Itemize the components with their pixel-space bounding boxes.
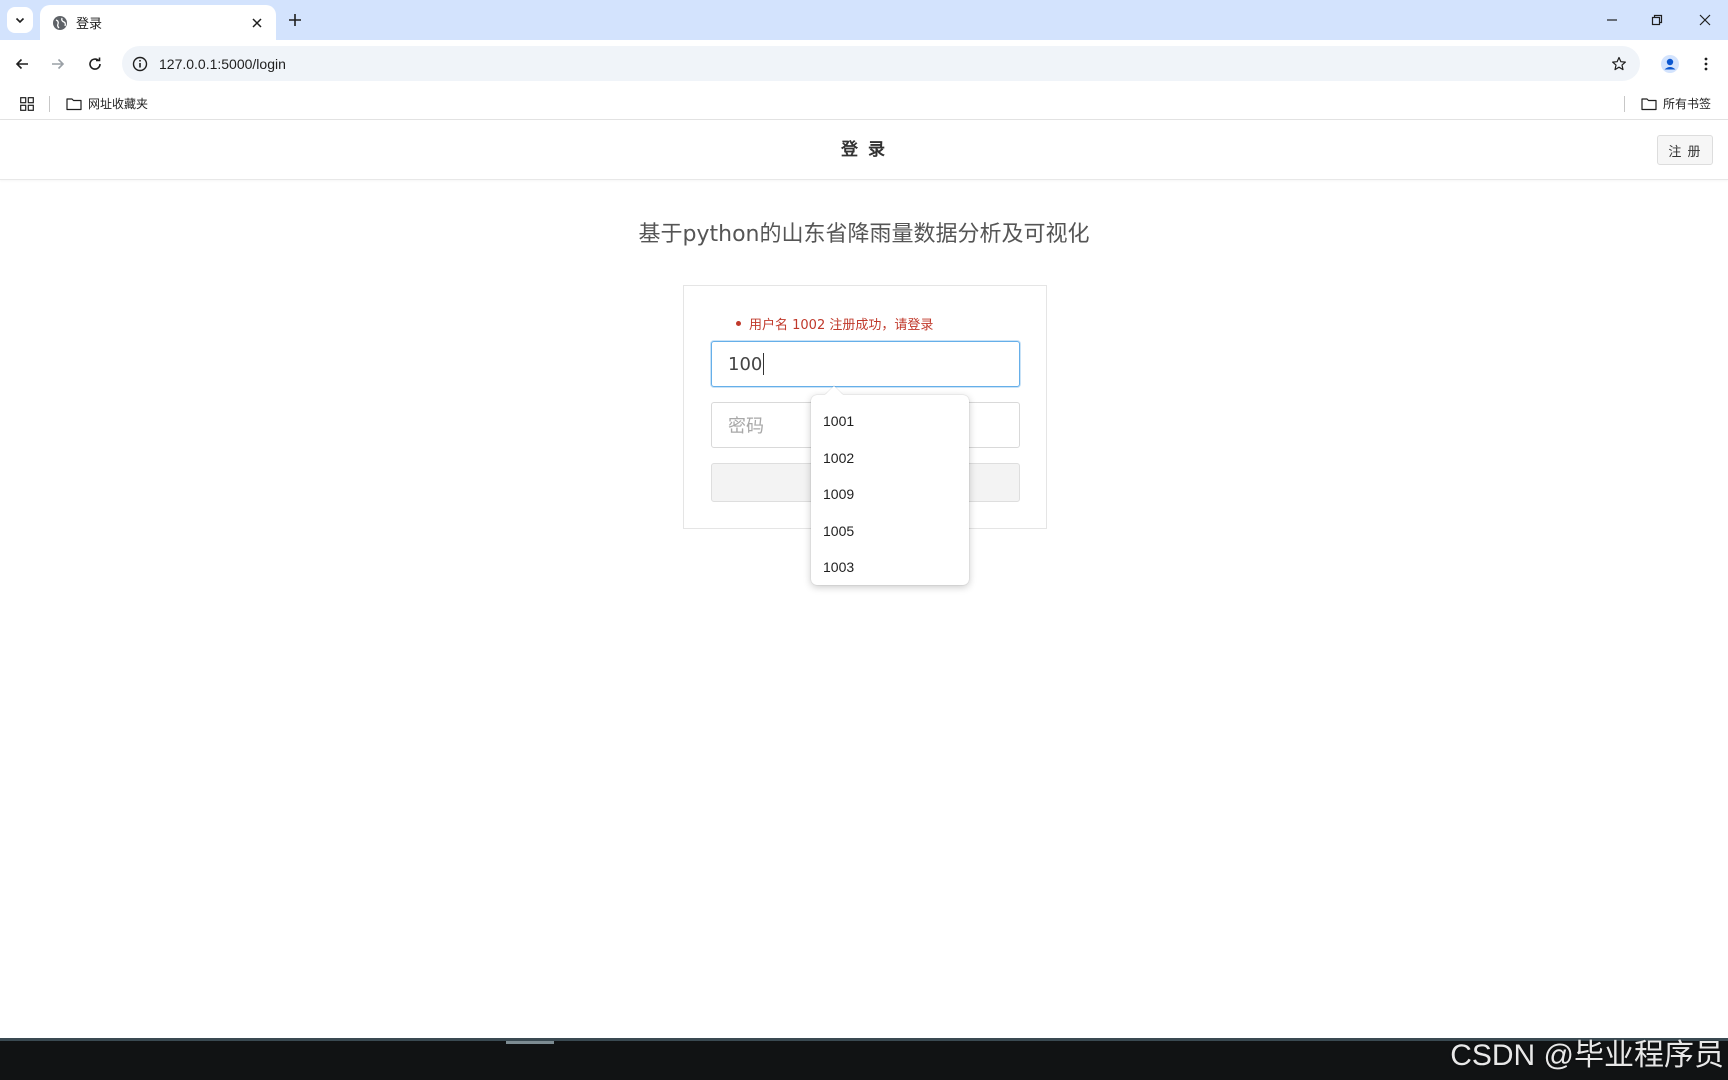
page-title: 登 录 (841, 140, 887, 160)
more-vertical-icon (1704, 57, 1708, 71)
forward-button[interactable] (43, 49, 73, 79)
close-icon (252, 17, 262, 28)
minimize-icon (1607, 19, 1617, 21)
autocomplete-option[interactable]: 1009 (811, 476, 969, 513)
site-info-button[interactable] (125, 49, 155, 79)
restore-button[interactable] (1642, 6, 1672, 34)
folder-icon (1641, 97, 1657, 110)
new-tab-button[interactable] (284, 9, 306, 31)
flash-message: 用户名 1002 注册成功，请登录 (736, 314, 933, 333)
dropdown-pointer (825, 386, 843, 395)
arrow-left-icon (15, 58, 28, 70)
tab-title: 登录 (76, 17, 103, 32)
reload-icon (89, 57, 101, 70)
apps-grid-icon (20, 97, 34, 111)
arrow-right-icon (52, 58, 65, 70)
autocomplete-option[interactable]: 1005 (811, 513, 969, 550)
url-text: 127.0.0.1:5000/login (159, 55, 286, 72)
bookmark-folder-favorites[interactable]: 网址收藏夹 (66, 91, 148, 116)
close-window-button[interactable] (1690, 6, 1720, 34)
browser-tab-active[interactable]: 登录 (40, 5, 276, 40)
flash-messages: 用户名 1002 注册成功，请登录 (736, 314, 933, 333)
bullet-icon (736, 321, 741, 326)
browser-tabstrip: 登录 (0, 0, 1728, 40)
register-button[interactable]: 注 册 (1657, 135, 1713, 165)
autocomplete-dropdown: 1001 1002 1009 1005 1003 (811, 386, 969, 586)
username-input[interactable]: 100 (711, 341, 1020, 387)
autocomplete-option[interactable]: 1002 (811, 440, 969, 477)
bookmark-folder-label: 所有书签 (1663, 97, 1712, 111)
password-placeholder: 密码 (728, 416, 764, 437)
close-icon (1699, 14, 1711, 26)
bookmark-folder-all[interactable]: 所有书签 (1641, 91, 1711, 116)
bookmark-star-button[interactable] (1604, 49, 1634, 79)
globe-icon (53, 15, 67, 30)
profile-icon (1661, 55, 1679, 73)
reload-button[interactable] (80, 49, 110, 79)
info-icon (132, 56, 148, 71)
flash-message-text: 用户名 1002 注册成功，请登录 (749, 318, 934, 333)
autocomplete-option[interactable]: 1003 (811, 549, 969, 586)
text-caret (763, 353, 765, 375)
autocomplete-option[interactable]: 1001 (811, 403, 969, 440)
bookmarks-bar: 网址收藏夹 所有书签 (0, 87, 1728, 120)
bookmarks-divider-right (1624, 96, 1625, 112)
plus-icon (289, 14, 301, 26)
page-header: 登 录 注 册 (0, 120, 1728, 180)
tab-close-button[interactable] (248, 14, 266, 32)
taskbar-indicator (506, 1041, 554, 1044)
username-value: 100 (728, 353, 763, 375)
restore-icon (1651, 14, 1663, 26)
tab-search-button[interactable] (7, 7, 33, 33)
minimize-button[interactable] (1597, 6, 1627, 34)
apps-button[interactable] (16, 93, 38, 115)
watermark: CSDN @毕业程序员 (1450, 1039, 1724, 1072)
address-bar[interactable]: 127.0.0.1:5000/login (122, 46, 1640, 81)
folder-icon (66, 97, 82, 110)
bookmarks-divider (49, 96, 50, 112)
back-button[interactable] (7, 49, 37, 79)
site-title: 基于python的山东省降雨量数据分析及可视化 (638, 222, 1090, 247)
bookmark-folder-label: 网址收藏夹 (88, 97, 149, 111)
profile-button[interactable] (1655, 49, 1685, 79)
star-icon (1612, 56, 1626, 70)
browser-menu-button[interactable] (1691, 49, 1721, 79)
browser-toolbar: 127.0.0.1:5000/login (0, 40, 1728, 87)
chevron-down-icon (15, 17, 25, 24)
